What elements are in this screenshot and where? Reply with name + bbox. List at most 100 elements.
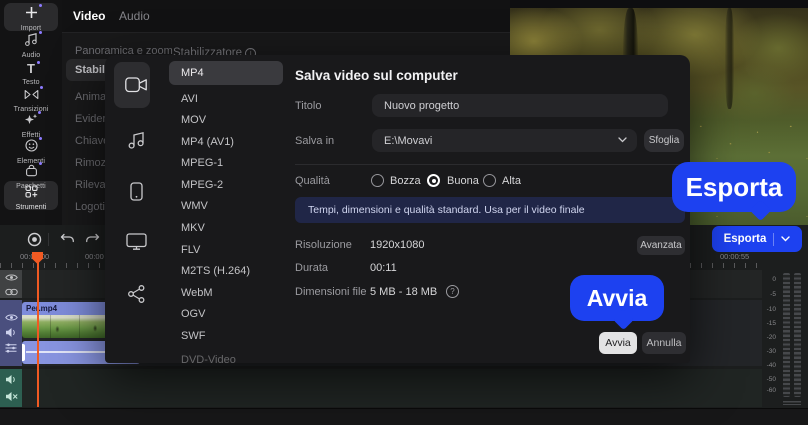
- share-export-icon[interactable]: [105, 285, 167, 303]
- plus-icon: [25, 4, 42, 19]
- tools-grid-icon: [24, 185, 38, 198]
- redo-icon[interactable]: [85, 233, 100, 246]
- sidebar-item-label: Strumenti: [15, 204, 47, 211]
- format-item-selected[interactable]: MP4: [181, 67, 204, 79]
- sidebar-item-label: Testo: [22, 79, 40, 86]
- radio-bozza[interactable]: [371, 174, 384, 187]
- radio-buona-label[interactable]: Buona: [447, 175, 479, 187]
- sidebar-item-testo[interactable]: T Testo: [0, 60, 62, 86]
- chevron-down-icon[interactable]: [781, 236, 791, 242]
- radio-alta-label[interactable]: Alta: [502, 175, 521, 187]
- duration-label: Durata: [295, 262, 329, 274]
- phone-export-icon[interactable]: [105, 182, 167, 201]
- cancel-button[interactable]: Annulla: [642, 332, 686, 354]
- text-icon: T: [27, 61, 40, 75]
- tab-audio[interactable]: Audio: [119, 9, 150, 23]
- help-icon[interactable]: ?: [446, 285, 459, 298]
- smiley-icon: [24, 137, 42, 152]
- tab-video[interactable]: Video: [73, 9, 105, 23]
- format-item[interactable]: DVD-Video: [181, 354, 236, 363]
- resolution-value: 1920x1080: [370, 239, 425, 251]
- sidebar-item-import[interactable]: Import: [0, 4, 62, 32]
- export-button[interactable]: Esporta: [712, 226, 802, 252]
- music-export-icon[interactable]: [105, 131, 167, 149]
- clip-handle[interactable]: [22, 344, 25, 361]
- export-button-label: Esporta: [723, 233, 767, 245]
- tv-export-icon[interactable]: [105, 233, 167, 250]
- tree-trunk: [724, 8, 734, 109]
- audio-meter-left: [783, 273, 790, 397]
- advanced-button[interactable]: Avanzata: [637, 236, 685, 255]
- format-item[interactable]: MKV: [181, 222, 205, 234]
- format-item[interactable]: MPEG-1: [181, 157, 223, 169]
- radio-bozza-label[interactable]: Bozza: [390, 175, 421, 187]
- format-item[interactable]: FLV: [181, 244, 200, 256]
- meter-label: -15: [766, 320, 776, 327]
- quality-label: Qualità: [295, 175, 330, 187]
- computer-export-icon[interactable]: [105, 77, 167, 93]
- meter-label: 0: [772, 276, 776, 283]
- track-row-3[interactable]: [22, 369, 762, 407]
- format-item[interactable]: AVI: [181, 93, 198, 105]
- esporta-callout-label: Esporta: [685, 171, 783, 202]
- radio-alta[interactable]: [483, 174, 496, 187]
- esporta-callout: Esporta: [672, 162, 796, 212]
- format-item[interactable]: MP4 (AV1): [181, 136, 234, 148]
- speaker-muted-icon[interactable]: [5, 391, 18, 402]
- format-item[interactable]: M2TS (H.264): [181, 265, 250, 277]
- sidebar-item-elementi[interactable]: Elementi: [0, 137, 62, 165]
- save-path-value: E:\Movavi: [384, 134, 433, 147]
- format-item[interactable]: MPEG-2: [181, 179, 223, 191]
- meter-label: -20: [766, 334, 776, 341]
- ruler-ticks[interactable]: [690, 263, 762, 268]
- ruler-time: 00:00:55: [720, 252, 750, 261]
- sidebar-item-label: Audio: [21, 52, 41, 59]
- format-item[interactable]: SWF: [181, 330, 205, 342]
- sidebar-item-strumenti[interactable]: Strumenti: [0, 185, 62, 211]
- sidebar-item-label: Effetti: [21, 132, 41, 139]
- eye-icon[interactable]: [4, 313, 18, 322]
- sidebar-item-effetti[interactable]: Effetti: [0, 111, 62, 139]
- save-path-label: Salva in: [295, 135, 335, 147]
- meter-label: -40: [766, 362, 776, 369]
- record-icon[interactable]: [27, 232, 42, 247]
- format-item[interactable]: MOV: [181, 114, 206, 126]
- button-divider: [773, 232, 775, 246]
- duration-value: 00:11: [370, 262, 397, 274]
- meter-label: -60: [766, 387, 776, 394]
- filesize-label: Dimensioni file: [295, 286, 367, 298]
- music-note-icon: [24, 31, 42, 46]
- avvia-callout-label: Avvia: [586, 284, 648, 311]
- meter-label: -10: [766, 306, 776, 313]
- speaker-icon[interactable]: [5, 374, 17, 385]
- playhead-line[interactable]: [37, 253, 39, 407]
- chevron-down-icon[interactable]: [618, 137, 627, 143]
- ruler-ticks[interactable]: [0, 263, 105, 268]
- avvia-callout: Avvia: [570, 275, 664, 321]
- track-header-3: [0, 369, 22, 407]
- undo-icon[interactable]: [60, 233, 75, 246]
- project-title-input[interactable]: Nuovo progetto: [372, 94, 668, 117]
- meter-label: -30: [766, 348, 776, 355]
- link-icon[interactable]: [4, 288, 18, 296]
- save-path-select[interactable]: E:\Movavi: [372, 129, 637, 152]
- format-item[interactable]: WebM: [181, 287, 213, 299]
- sidebar-item-transizioni[interactable]: Transizioni: [0, 86, 62, 113]
- radio-buona[interactable]: [427, 174, 440, 187]
- audio-meter-right: [794, 273, 801, 397]
- meter-bottom-icon: [783, 401, 801, 406]
- transition-icon: [24, 86, 43, 100]
- start-button[interactable]: Avvia: [599, 332, 637, 354]
- sliders-icon[interactable]: [5, 343, 17, 353]
- speaker-icon[interactable]: [5, 327, 17, 338]
- bag-icon: [25, 162, 42, 177]
- eye-icon[interactable]: [4, 273, 18, 282]
- track-header-1: [0, 270, 22, 298]
- track-header-2: [0, 300, 22, 366]
- format-item[interactable]: WMV: [181, 200, 208, 212]
- format-item[interactable]: OGV: [181, 308, 205, 320]
- resolution-label: Risoluzione: [295, 239, 352, 251]
- toolbar-divider: [48, 233, 49, 246]
- browse-button[interactable]: Sfoglia: [644, 129, 684, 152]
- sidebar-item-audio[interactable]: Audio: [0, 31, 62, 59]
